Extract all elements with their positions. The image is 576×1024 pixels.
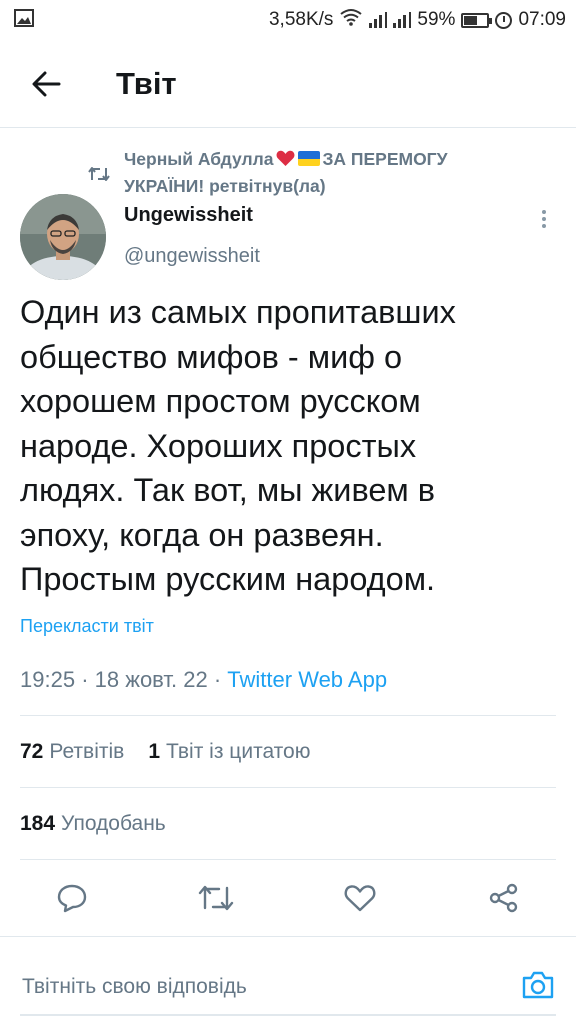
tweet-meta: 19:25 · 18 жовт. 22 · Twitter Web App xyxy=(20,667,388,692)
back-button[interactable] xyxy=(26,66,66,102)
battery-percent: 59% xyxy=(417,9,456,30)
image-notification-icon xyxy=(14,9,34,32)
like-button[interactable] xyxy=(340,878,380,918)
reply-icon xyxy=(57,884,87,913)
likes-stat[interactable]: 184 Уподобань xyxy=(20,812,166,836)
quotes-stat[interactable]: 1 Твіт із цитатою xyxy=(148,740,310,764)
retweet-button[interactable] xyxy=(196,878,236,918)
reply-input[interactable]: Твітніть свою відповідь xyxy=(22,975,247,999)
signal-icon-2 xyxy=(393,12,412,28)
avatar[interactable] xyxy=(20,194,106,280)
retweets-count: 72 xyxy=(20,740,44,763)
battery-icon xyxy=(461,12,493,28)
status-bar: 3,58K/s 59% 07:09 xyxy=(0,0,576,40)
signal-icon xyxy=(369,12,388,28)
reply-composer: Твітніть свою відповідь xyxy=(0,936,576,1024)
tweet-actions xyxy=(0,870,576,926)
arrow-left-icon xyxy=(32,71,61,97)
quotes-label: Твіт із цитатою xyxy=(166,740,311,763)
tweet-time: 19:25 xyxy=(20,667,76,692)
retweet-icon xyxy=(198,885,234,911)
retweets-label: Ретвітів xyxy=(49,740,125,763)
retweets-stat[interactable]: 72 Ретвітів xyxy=(20,740,124,764)
divider xyxy=(20,715,556,716)
translate-tweet-link[interactable]: Перекласти твіт xyxy=(20,616,154,637)
reply-button[interactable] xyxy=(52,878,92,918)
retweeted-icon xyxy=(88,165,110,188)
camera-icon xyxy=(522,971,554,999)
retweeter-name: Черный Абдулла xyxy=(124,149,274,169)
alarm-icon xyxy=(495,11,513,29)
heart-icon xyxy=(344,885,376,912)
camera-button[interactable] xyxy=(518,967,558,1003)
divider xyxy=(20,1014,556,1016)
red-heart-icon xyxy=(276,148,295,166)
wifi-icon xyxy=(339,8,363,32)
author-handle[interactable]: @ungewissheit xyxy=(124,245,260,268)
share-icon xyxy=(489,883,518,913)
divider xyxy=(20,787,556,788)
likes-label: Уподобань xyxy=(61,812,166,835)
divider xyxy=(20,859,556,860)
retweet-stats-row: 72 Ретвітів 1 Твіт із цитатою xyxy=(20,740,310,764)
likes-count: 184 xyxy=(20,812,56,835)
author-name[interactable]: Ungewissheit xyxy=(124,204,253,227)
quotes-count: 1 xyxy=(148,740,160,763)
more-options-button[interactable] xyxy=(532,204,556,234)
page-title: Твіт xyxy=(116,66,177,101)
share-button[interactable] xyxy=(484,878,524,918)
more-vertical-icon xyxy=(542,210,546,214)
retweet-context[interactable]: Черный Абдулла ЗА ПЕРЕМОГУ УКРАЇНИ! ретві… xyxy=(124,146,524,200)
network-speed: 3,58K/s xyxy=(268,9,334,30)
top-app-bar: Твіт xyxy=(0,40,576,128)
ukraine-flag-icon xyxy=(298,151,321,166)
tweet-source-link[interactable]: Twitter Web App xyxy=(227,667,387,692)
likes-stats-row: 184 Уподобань xyxy=(20,812,166,836)
retweet-action-label: ретвітнув(ла) xyxy=(209,176,326,196)
tweet-date: 18 жовт. 22 xyxy=(94,667,208,692)
tweet-text: Один из самых пропитавших общество мифов… xyxy=(20,294,456,597)
clock-time: 07:09 xyxy=(518,9,566,30)
